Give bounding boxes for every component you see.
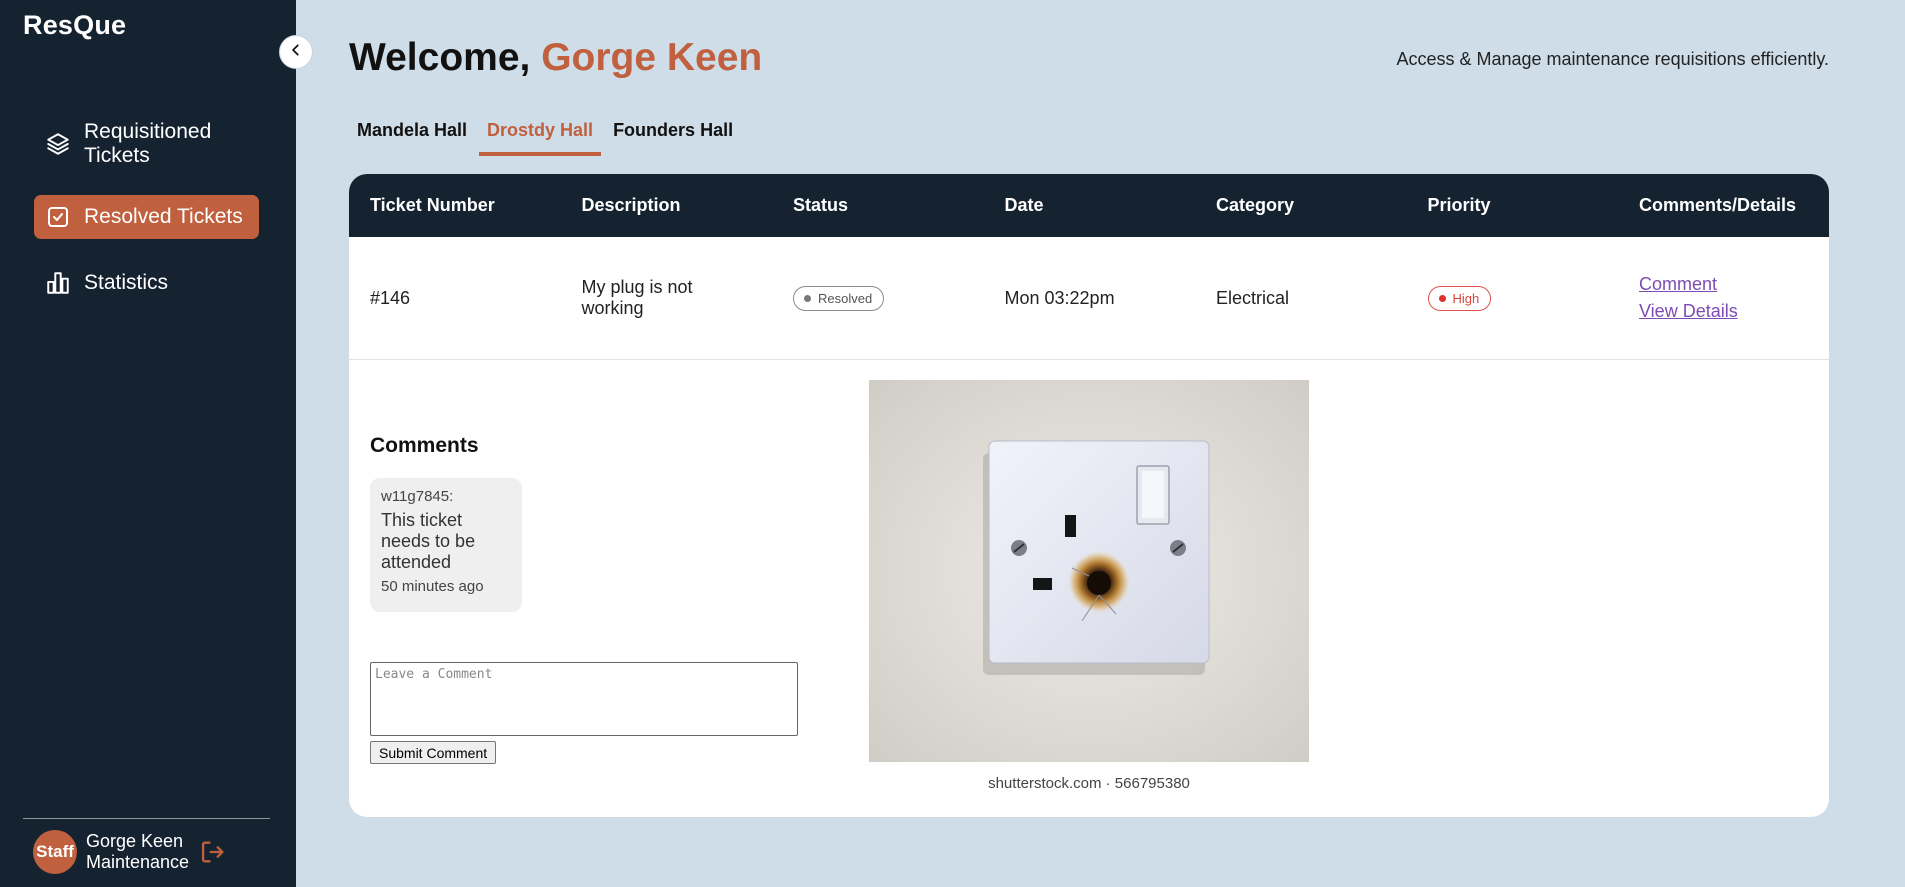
ticket-priority-cell: High bbox=[1427, 285, 1640, 311]
status-dot-icon bbox=[804, 294, 811, 302]
priority-label: High bbox=[1452, 290, 1480, 306]
tab-founders-hall[interactable]: Founders Hall bbox=[605, 116, 741, 156]
sidebar: ResQue Requisitioned Tickets Resolved Ti… bbox=[0, 0, 296, 887]
column-header: Description bbox=[581, 195, 681, 215]
table-header: Ticket Number Description Status Date Ca… bbox=[349, 174, 1829, 237]
comment-input[interactable] bbox=[370, 662, 798, 736]
user-role: Maintenance bbox=[86, 852, 190, 872]
sidebar-item-label: Statistics bbox=[84, 271, 169, 294]
status-badge: Resolved bbox=[793, 285, 885, 311]
comment-link[interactable]: Comment bbox=[1639, 274, 1819, 295]
user-name: Gorge Keen bbox=[86, 831, 184, 851]
comment-time: 50 minutes ago bbox=[381, 578, 484, 595]
comment-text: This ticket needs to be attended bbox=[381, 510, 476, 572]
app-brand: ResQue bbox=[23, 10, 127, 40]
sidebar-item-resolved-tickets[interactable]: Resolved Tickets bbox=[34, 195, 259, 239]
ticket-category: Electrical bbox=[1216, 287, 1290, 308]
bar-chart-icon bbox=[44, 269, 72, 297]
submit-comment-button[interactable]: Submit Comment bbox=[370, 741, 497, 764]
column-header: Ticket Number bbox=[370, 195, 495, 215]
welcome-prefix: Welcome, bbox=[349, 36, 531, 79]
table-row: #146 My plug is not working Resolved Mon… bbox=[349, 237, 1829, 360]
chevron-left-icon bbox=[289, 43, 303, 62]
ticket-number: #146 bbox=[370, 287, 411, 308]
burnt-socket-image bbox=[869, 380, 1309, 794]
tab-drostdy-hall[interactable]: Drostdy Hall bbox=[479, 116, 602, 156]
hall-tabs: Mandela Hall Drostdy Hall Founders Hall bbox=[349, 116, 745, 156]
column-header: Priority bbox=[1427, 195, 1491, 215]
page-tagline: Access & Manage maintenance requisitions… bbox=[1396, 49, 1829, 69]
welcome-user-name: Gorge Keen bbox=[541, 36, 763, 79]
ticket-date: Mon 03:22pm bbox=[1004, 287, 1115, 308]
column-header: Category bbox=[1216, 195, 1295, 215]
layers-icon bbox=[44, 130, 72, 158]
page-title: Welcome, Gorge Keen bbox=[349, 36, 762, 80]
priority-badge: High bbox=[1427, 285, 1492, 311]
column-header: Date bbox=[1004, 195, 1044, 215]
tab-mandela-hall[interactable]: Mandela Hall bbox=[349, 116, 475, 156]
ticket-status-cell: Resolved bbox=[793, 285, 1005, 311]
column-header: Status bbox=[793, 195, 849, 215]
ticket-description: My plug is not working bbox=[581, 277, 693, 318]
image-caption: shutterstock.com · 566795380 bbox=[988, 775, 1190, 792]
ticket-photo: shutterstock.com · 566795380 bbox=[869, 380, 1309, 794]
comments-title: Comments bbox=[370, 434, 479, 457]
sidebar-item-statistics[interactable]: Statistics bbox=[34, 261, 259, 305]
priority-dot-icon bbox=[1438, 294, 1446, 302]
checkbox-icon bbox=[44, 203, 72, 231]
sidebar-divider bbox=[23, 818, 270, 819]
sidebar-item-requisitioned-tickets[interactable]: Requisitioned Tickets bbox=[34, 118, 259, 170]
user-profile: Staff Gorge Keen Maintenance bbox=[33, 830, 227, 874]
logout-icon[interactable] bbox=[199, 838, 227, 866]
comment-item: w11g7845: This ticket needs to be attend… bbox=[370, 478, 522, 612]
ticket-description-cell: My plug is not working bbox=[582, 277, 794, 319]
sidebar-item-label: Requisitioned Tickets bbox=[84, 120, 212, 167]
sidebar-item-label: Resolved Tickets bbox=[84, 205, 243, 228]
view-details-link[interactable]: View Details bbox=[1639, 301, 1819, 322]
status-label: Resolved bbox=[818, 290, 873, 306]
comment-author: w11g7845: bbox=[381, 488, 454, 505]
sidebar-nav: Requisitioned Tickets Resolved Tickets S… bbox=[34, 118, 259, 305]
ticket-actions: Comment View Details bbox=[1639, 268, 1819, 328]
avatar: Staff bbox=[33, 830, 77, 874]
user-info: Gorge Keen Maintenance bbox=[86, 831, 189, 873]
tickets-card: Ticket Number Description Status Date Ca… bbox=[349, 174, 1829, 817]
column-header: Comments/Details bbox=[1639, 195, 1797, 215]
sidebar-collapse-button[interactable] bbox=[279, 35, 313, 69]
